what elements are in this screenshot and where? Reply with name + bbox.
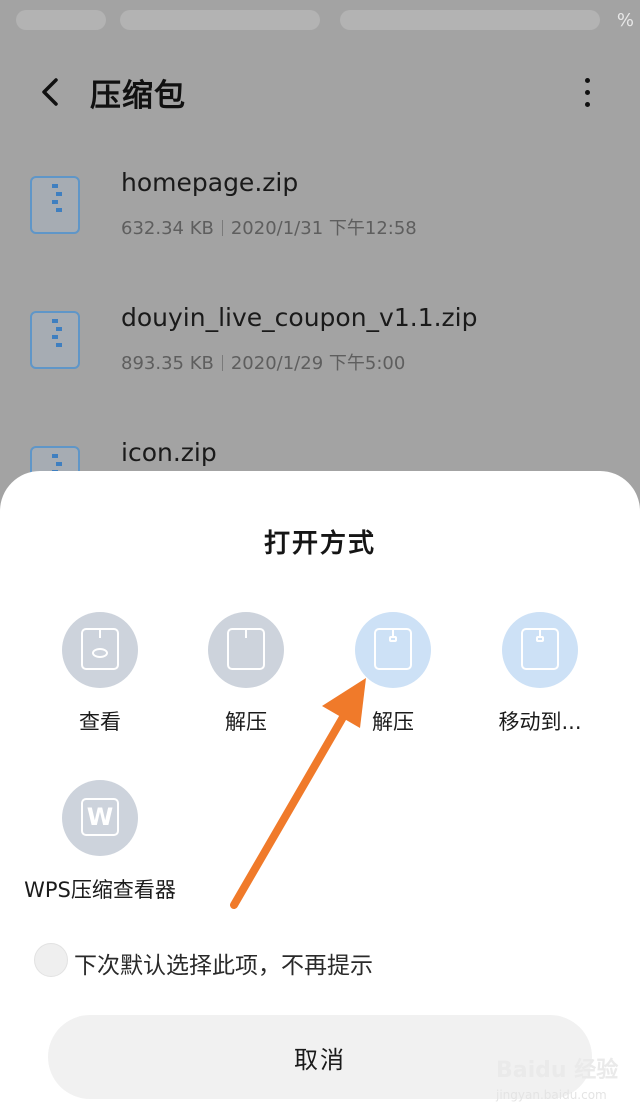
archive-icon — [502, 612, 578, 688]
file-size: 893.35 KB — [121, 353, 214, 374]
wps-icon: W — [62, 780, 138, 856]
file-name: icon.zip — [121, 438, 217, 467]
remember-choice[interactable]: 下次默认选择此项，不再提示 — [34, 941, 594, 981]
file-meta: 632.34 KB 2020/1/31 下午12:58 — [121, 214, 417, 240]
watermark-text: Baidu 经验 — [496, 1058, 619, 1083]
open-with-sheet: 打开方式 查看 解压 解压 移动到... W WPS压缩查看器 下次默认选择此项… — [0, 471, 640, 1112]
file-date: 2020/1/29 下午5:00 — [230, 353, 406, 374]
option-label: 移动到... — [498, 710, 582, 734]
file-date: 2020/1/31 下午12:58 — [230, 218, 417, 239]
chevron-left-icon — [42, 78, 58, 106]
more-options-button[interactable] — [572, 72, 602, 112]
file-name: douyin_live_coupon_v1.1.zip — [121, 303, 478, 332]
baidu-watermark: Baidu 经验 jingyan.baidu.com — [490, 1034, 640, 1112]
back-button[interactable] — [34, 72, 70, 112]
status-bar: % — [0, 0, 640, 42]
battery-text: % — [616, 10, 634, 31]
view-icon — [62, 612, 138, 688]
app-header: 压缩包 — [0, 56, 640, 126]
zip-file-icon — [30, 311, 80, 369]
status-blur — [340, 10, 600, 30]
sheet-title: 打开方式 — [263, 529, 376, 559]
option-label: WPS压缩查看器 — [24, 878, 176, 902]
page-title: 压缩包 — [90, 78, 186, 114]
watermark-sub: jingyan.baidu.com — [496, 1088, 607, 1102]
file-item[interactable]: douyin_live_coupon_v1.1.zip 893.35 KB 202… — [0, 303, 640, 421]
more-dot-icon — [585, 78, 590, 83]
file-size: 632.34 KB — [121, 218, 214, 239]
remember-checkbox[interactable] — [34, 943, 68, 977]
archive-icon — [355, 612, 431, 688]
file-item[interactable]: homepage.zip 632.34 KB 2020/1/31 下午12:58 — [0, 168, 640, 286]
option-label: 解压 — [225, 710, 267, 734]
zip-file-icon — [30, 176, 80, 234]
status-blur — [16, 10, 106, 30]
archive-icon — [208, 612, 284, 688]
remember-label: 下次默认选择此项，不再提示 — [74, 953, 373, 979]
file-meta: 893.35 KB 2020/1/29 下午5:00 — [121, 349, 405, 375]
more-dot-icon — [585, 102, 590, 107]
option-label: 解压 — [372, 710, 414, 734]
status-blur — [120, 10, 320, 30]
more-dot-icon — [585, 90, 590, 95]
option-label: 查看 — [79, 710, 121, 734]
file-name: homepage.zip — [121, 168, 299, 197]
